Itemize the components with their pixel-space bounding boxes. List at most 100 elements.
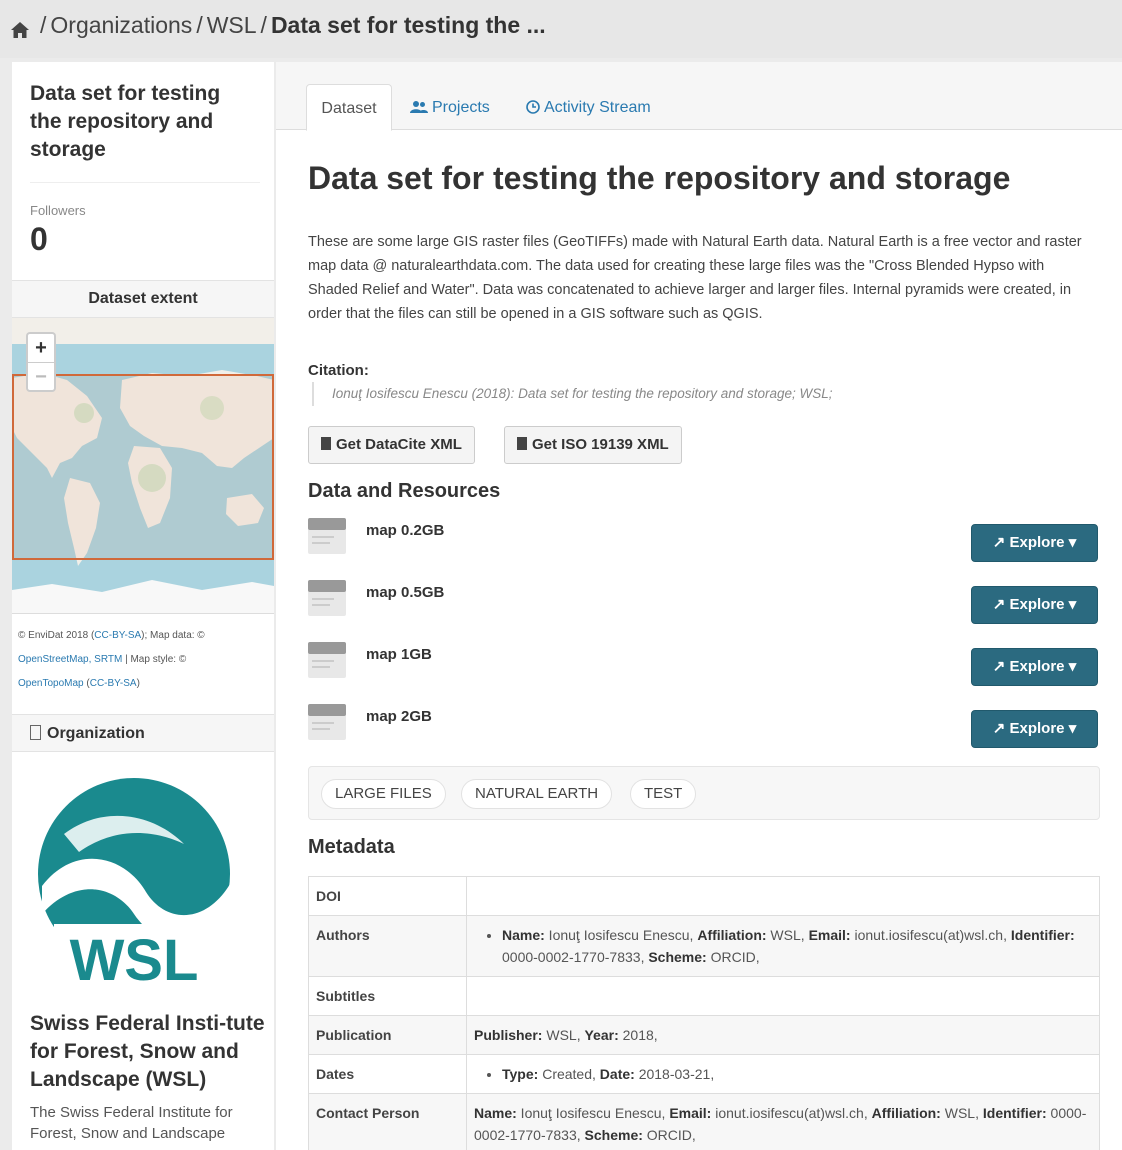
map-attribution: © EnviDat 2018 (CC-BY-SA); Map data: © Op… — [12, 614, 274, 696]
share-icon: ↗ — [992, 534, 1010, 551]
explore-button[interactable]: ↗ Explore ▾ — [971, 710, 1098, 748]
extent-map[interactable]: + − — [12, 318, 274, 614]
table-row: DOI — [308, 876, 1100, 916]
caret-down-icon: ▾ — [1064, 534, 1077, 551]
table-row: Contact Person Name: Ionuţ Iosifescu Ene… — [308, 1093, 1100, 1150]
explore-button[interactable]: ↗ Explore ▾ — [971, 586, 1098, 624]
resource-name[interactable]: map 0.5GB — [366, 584, 444, 601]
share-icon: ↗ — [992, 596, 1010, 613]
resource-name[interactable]: map 2GB — [366, 708, 432, 725]
resource-item: map 2GB ↗ Explore ▾ — [308, 704, 1108, 756]
sidebar: Data set for testing the repository and … — [12, 62, 274, 1150]
tab-activity-stream[interactable]: Activity Stream — [526, 84, 651, 131]
data-file-icon[interactable] — [308, 518, 346, 554]
doi-label: DOI — [308, 876, 467, 916]
clock-icon — [526, 86, 540, 133]
tab-projects[interactable]: Projects — [410, 84, 490, 131]
main-content: Dataset Projects Activity Stream Data se… — [276, 62, 1122, 1150]
explore-button[interactable]: ↗ Explore ▾ — [971, 648, 1098, 686]
users-icon — [410, 86, 428, 133]
table-row: Subtitles — [308, 976, 1100, 1016]
tab-bar: Dataset Projects Activity Stream — [276, 62, 1122, 131]
data-file-icon[interactable] — [308, 642, 346, 678]
wsl-logo-graphic: WSL — [38, 778, 230, 993]
organization-heading: Organization — [12, 714, 274, 752]
dates-label: Dates — [308, 1054, 467, 1094]
attribution-text: ); Map data: © — [141, 630, 205, 641]
wsl-logo[interactable]: WSL — [34, 774, 234, 994]
resource-name[interactable]: map 1GB — [366, 646, 432, 663]
authors-label: Authors — [308, 915, 467, 977]
zoom-out-button[interactable]: − — [28, 362, 54, 390]
attribution-license-link[interactable]: CC-BY-SA — [94, 630, 141, 641]
get-datacite-xml-label: Get DataCite XML — [336, 436, 462, 453]
breadcrumb-current: Data set for testing the ... — [270, 12, 546, 38]
metadata-table: DOI Authors Name: Ionuţ Iosifescu Enescu… — [308, 876, 1100, 1150]
page-title: Data set for testing the repository and … — [308, 160, 1011, 196]
organization-name[interactable]: Swiss Federal Insti-tute for Forest, Sno… — [12, 994, 274, 1094]
home-icon[interactable] — [10, 18, 30, 38]
tab-activity-stream-label: Activity Stream — [544, 99, 651, 116]
explore-label: Explore — [1009, 534, 1065, 551]
breadcrumb-wsl[interactable]: WSL — [207, 12, 257, 38]
tag-natural-earth[interactable]: NATURAL EARTH — [461, 779, 613, 809]
file-icon — [321, 437, 331, 450]
explore-label: Explore — [1009, 658, 1065, 675]
get-iso-xml-label: Get ISO 19139 XML — [532, 436, 669, 453]
breadcrumb: / Organizations / WSL / Data set for testing … — [0, 0, 1122, 58]
publication-value: Publisher: WSL, Year: 2018, — [466, 1015, 1100, 1055]
explore-label: Explore — [1009, 596, 1065, 613]
resource-item: map 1GB ↗ Explore ▾ — [308, 642, 1108, 694]
tag-list: LARGE FILES NATURAL EARTH TEST — [308, 766, 1100, 820]
explore-label: Explore — [1009, 720, 1065, 737]
table-row: Authors Name: Ionuţ Iosifescu Enescu, Af… — [308, 915, 1100, 977]
contact-person-value: Name: Ionuţ Iosifescu Enescu, Email: ion… — [466, 1093, 1100, 1150]
attribution-text: ) — [136, 678, 140, 689]
authors-value: Name: Ionuţ Iosifescu Enescu, Affiliatio… — [466, 915, 1100, 977]
organization-description: The Swiss Federal Institute for Forest, … — [30, 1104, 233, 1142]
attribution-osm-link[interactable]: OpenStreetMap, SRTM — [18, 654, 122, 665]
attribution-text: | Map style: © — [122, 654, 187, 665]
contact-person-label: Contact Person — [308, 1093, 467, 1150]
attribution-license-link-2[interactable]: CC-BY-SA — [90, 678, 137, 689]
dataset-extent-heading: Dataset extent — [12, 280, 274, 318]
dates-value: Type: Created, Date: 2018-03-21, — [466, 1054, 1100, 1094]
citation-label: Citation: — [308, 362, 369, 379]
table-row: Publication Publisher: WSL, Year: 2018, — [308, 1015, 1100, 1055]
tag-test[interactable]: TEST — [630, 779, 697, 809]
caret-down-icon: ▾ — [1064, 720, 1077, 737]
subtitles-label: Subtitles — [308, 976, 467, 1016]
tab-dataset[interactable]: Dataset — [306, 84, 392, 131]
citation-text: Ionuţ Iosifescu Enescu (2018): Data set … — [312, 382, 833, 406]
breadcrumb-organizations[interactable]: Organizations — [50, 12, 192, 38]
resource-item: map 0.5GB ↗ Explore ▾ — [308, 580, 1108, 632]
data-file-icon[interactable] — [308, 704, 346, 740]
get-iso-xml-button[interactable]: Get ISO 19139 XML — [504, 426, 682, 464]
caret-down-icon: ▾ — [1064, 658, 1077, 675]
building-icon — [30, 725, 41, 740]
table-row: Dates Type: Created, Date: 2018-03-21, — [308, 1054, 1100, 1094]
subtitles-value — [466, 976, 1100, 1016]
get-datacite-xml-button[interactable]: Get DataCite XML — [308, 426, 475, 464]
dataset-description: These are some large GIS raster files (G… — [308, 234, 1082, 322]
resource-name[interactable]: map 0.2GB — [366, 522, 444, 539]
zoom-in-button[interactable]: + — [28, 334, 54, 362]
explore-button[interactable]: ↗ Explore ▾ — [971, 524, 1098, 562]
organization-heading-label: Organization — [47, 725, 145, 742]
doi-value — [466, 876, 1100, 916]
caret-down-icon: ▾ — [1064, 596, 1077, 613]
tab-dataset-label: Dataset — [321, 100, 377, 117]
zoom-control: + − — [26, 332, 56, 392]
attribution-text: © EnviDat 2018 ( — [18, 630, 95, 641]
attribution-opentopomap-link[interactable]: OpenTopoMap — [18, 678, 84, 689]
publication-label: Publication — [308, 1015, 467, 1055]
resource-item: map 0.2GB ↗ Explore ▾ — [308, 518, 1108, 570]
tab-projects-label: Projects — [432, 99, 490, 116]
logo-text: WSL — [70, 928, 199, 993]
data-file-icon[interactable] — [308, 580, 346, 616]
tag-large-files[interactable]: LARGE FILES — [321, 779, 446, 809]
metadata-heading: Metadata — [308, 836, 395, 858]
extent-rectangle — [12, 374, 274, 560]
share-icon: ↗ — [992, 658, 1010, 675]
share-icon: ↗ — [992, 720, 1010, 737]
